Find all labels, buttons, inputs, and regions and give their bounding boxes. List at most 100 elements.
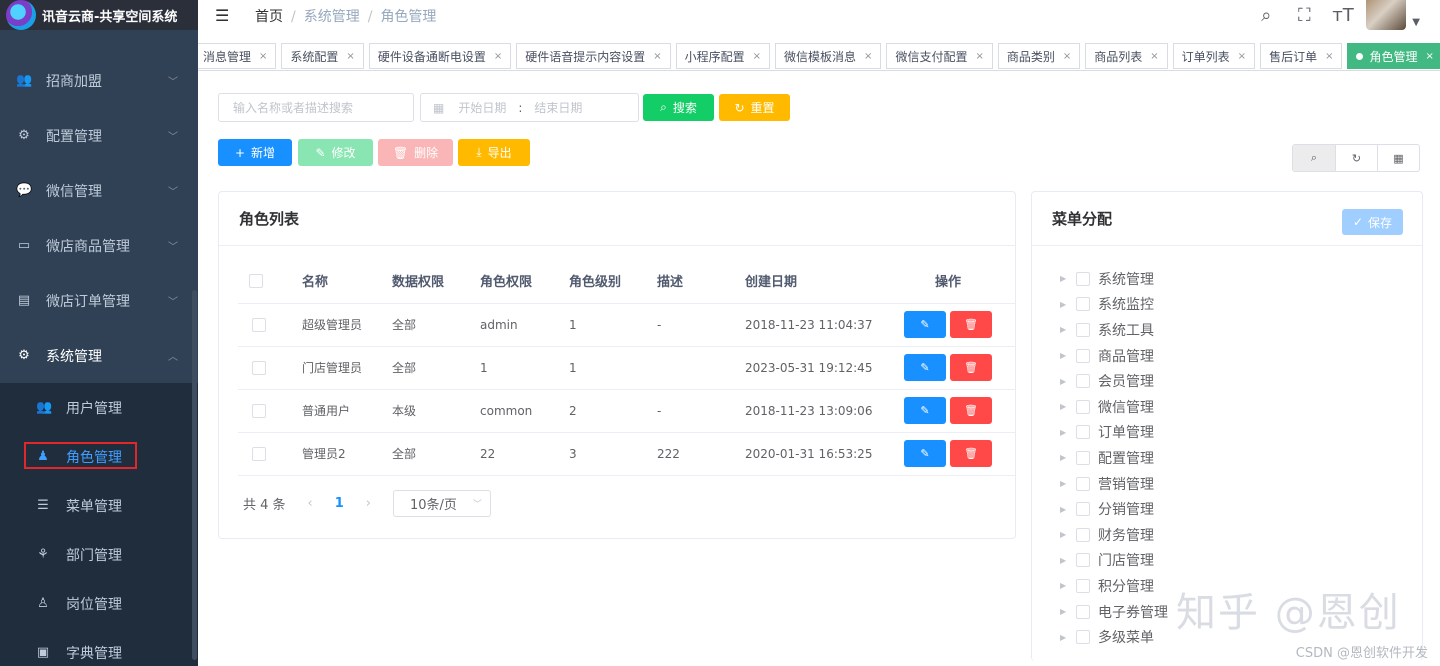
caret-right-icon[interactable]: ▶ [1060, 300, 1076, 309]
tree-node[interactable]: ▶ 商品管理 [1060, 343, 1168, 369]
close-icon[interactable]: × [259, 51, 267, 62]
tree-node[interactable]: ▶ 积分管理 [1060, 573, 1168, 599]
table-row[interactable]: 普通用户 本级 common 2 - 2018-11-23 13:09:06 ✎… [238, 389, 1015, 433]
tag-item[interactable]: 售后订单 × [1260, 43, 1343, 69]
checkbox[interactable] [252, 446, 266, 461]
sidebar-item-system[interactable]: ⚙ 系统管理 ︿ [0, 328, 198, 383]
row-edit-button[interactable]: ✎ [904, 397, 946, 424]
checkbox[interactable] [1076, 578, 1090, 593]
close-icon[interactable]: × [1325, 51, 1333, 62]
font-size-icon[interactable]: ᴛT [1332, 5, 1353, 26]
next-page-icon[interactable]: › [366, 496, 371, 511]
checkbox[interactable] [252, 403, 266, 418]
close-icon[interactable]: × [1238, 51, 1246, 62]
tree-node[interactable]: ▶ 多级菜单 [1060, 624, 1168, 650]
tag-item[interactable]: 订单列表 × [1172, 43, 1256, 69]
delete-button[interactable]: 🗑 删除 [378, 139, 453, 166]
prev-page-icon[interactable]: ‹ [308, 496, 313, 511]
sidebar-item-users[interactable]: 👥 用户管理 [0, 383, 198, 432]
sidebar-item-posts[interactable]: ♙ 岗位管理 [0, 579, 198, 628]
row-edit-button[interactable]: ✎ [904, 440, 946, 467]
breadcrumb-system[interactable]: 系统管理 [304, 9, 360, 25]
checkbox[interactable] [252, 317, 266, 332]
checkbox[interactable] [249, 273, 263, 288]
tree-node[interactable]: ▶ 分销管理 [1060, 496, 1168, 522]
tree-node[interactable]: ▶ 系统管理 [1060, 266, 1168, 292]
caret-right-icon[interactable]: ▶ [1060, 633, 1076, 642]
tree-node[interactable]: ▶ 系统监控 [1060, 292, 1168, 318]
tag-item[interactable]: 商品类别 × [997, 43, 1081, 69]
search-input[interactable]: 输入名称或者描述搜索 [218, 93, 414, 122]
checkbox[interactable] [1076, 502, 1090, 517]
caret-right-icon[interactable]: ▶ [1060, 479, 1076, 488]
page-size-select[interactable]: 10条/页 ﹀ [393, 490, 491, 517]
sidebar-item-dict[interactable]: ▣ 字典管理 [0, 628, 198, 666]
page-number[interactable]: 1 [335, 496, 344, 511]
tag-item[interactable]: 小程序配置 × [675, 43, 771, 69]
caret-right-icon[interactable]: ▶ [1060, 274, 1076, 283]
row-delete-button[interactable]: 🗑 [950, 354, 992, 381]
caret-right-icon[interactable]: ▶ [1060, 505, 1076, 514]
checkbox[interactable] [1076, 527, 1090, 542]
checkbox[interactable] [1076, 271, 1090, 286]
close-icon[interactable]: × [975, 51, 983, 62]
close-icon[interactable]: × [1425, 51, 1433, 62]
sidebar-item-wechat[interactable]: 💬 微信管理 ﹀ [0, 163, 198, 218]
tree-node[interactable]: ▶ 配置管理 [1060, 445, 1168, 471]
checkbox[interactable] [1076, 348, 1090, 363]
checkbox[interactable] [1076, 630, 1090, 645]
tree-node[interactable]: ▶ 微信管理 [1060, 394, 1168, 420]
caret-right-icon[interactable]: ▶ [1060, 402, 1076, 411]
tree-node[interactable]: ▶ 系统工具 [1060, 317, 1168, 343]
checkbox[interactable] [1076, 425, 1090, 440]
add-button[interactable]: + 新增 [218, 139, 292, 166]
checkbox[interactable] [252, 360, 266, 375]
sidebar-scrollbar[interactable] [192, 290, 197, 660]
tag-item[interactable]: 系统配置 × [281, 43, 364, 69]
caret-right-icon[interactable]: ▶ [1060, 581, 1076, 590]
checkbox[interactable] [1076, 374, 1090, 389]
caret-down-icon[interactable]: ▼ [1412, 17, 1420, 28]
refresh-icon[interactable]: ↻ [1335, 145, 1377, 171]
row-delete-button[interactable]: 🗑 [950, 311, 992, 338]
tag-item[interactable]: 硬件设备通断电设置 × [368, 43, 512, 69]
row-delete-button[interactable]: 🗑 [950, 440, 992, 467]
caret-right-icon[interactable]: ▶ [1060, 428, 1076, 437]
tag-item[interactable]: 微信支付配置 × [886, 43, 993, 69]
edit-button[interactable]: ✎ 修改 [298, 139, 373, 166]
checkbox[interactable] [1076, 604, 1090, 619]
export-button[interactable]: ⤓ 导出 [458, 139, 530, 166]
search-icon[interactable]: ⌕ [1256, 5, 1276, 26]
sidebar-item-shop-orders[interactable]: ▤ 微店订单管理 ﹀ [0, 273, 198, 328]
search-button[interactable]: ⌕ 搜索 [643, 94, 714, 121]
caret-right-icon[interactable]: ▶ [1060, 351, 1076, 360]
fullscreen-icon[interactable]: ⛶ [1294, 5, 1314, 26]
sidebar-item-roles[interactable]: ♟ 角色管理 [0, 432, 198, 481]
table-row[interactable]: 超级管理员 全部 admin 1 - 2018-11-23 11:04:37 ✎… [238, 303, 1015, 347]
tag-item[interactable]: 微信模板消息 × [775, 43, 882, 69]
checkbox[interactable] [1076, 322, 1090, 337]
tree-node[interactable]: ▶ 营销管理 [1060, 471, 1168, 497]
close-icon[interactable]: × [864, 51, 872, 62]
tag-item[interactable]: 商品列表 × [1085, 43, 1168, 69]
close-icon[interactable]: × [1063, 51, 1071, 62]
caret-right-icon[interactable]: ▶ [1060, 607, 1076, 616]
tree-node[interactable]: ▶ 会员管理 [1060, 368, 1168, 394]
checkbox[interactable] [1076, 450, 1090, 465]
logo[interactable]: 讯音云商-共享空间系统 [0, 0, 198, 30]
breadcrumb-home[interactable]: 首页 [255, 9, 283, 25]
close-icon[interactable]: × [346, 51, 354, 62]
close-icon[interactable]: × [653, 51, 661, 62]
tag-item[interactable]: 消息管理 × [198, 43, 277, 69]
sidebar-item-shop-goods[interactable]: ▭ 微店商品管理 ﹀ [0, 218, 198, 273]
tag-item-active[interactable]: 角色管理 × [1347, 43, 1440, 69]
close-icon[interactable]: × [753, 51, 761, 62]
checkbox[interactable] [1076, 297, 1090, 312]
sidebar-item-franchise[interactable]: 👥 招商加盟 ﹀ [0, 53, 198, 108]
reset-button[interactable]: ↻ 重置 [719, 94, 790, 121]
date-range-picker[interactable]: ▦ 开始日期 : 结束日期 [420, 93, 639, 122]
save-button[interactable]: ✓ 保存 [1342, 209, 1403, 235]
hamburger-icon[interactable]: ☰ [215, 6, 229, 25]
caret-right-icon[interactable]: ▶ [1060, 556, 1076, 565]
tree-node[interactable]: ▶ 财务管理 [1060, 522, 1168, 548]
